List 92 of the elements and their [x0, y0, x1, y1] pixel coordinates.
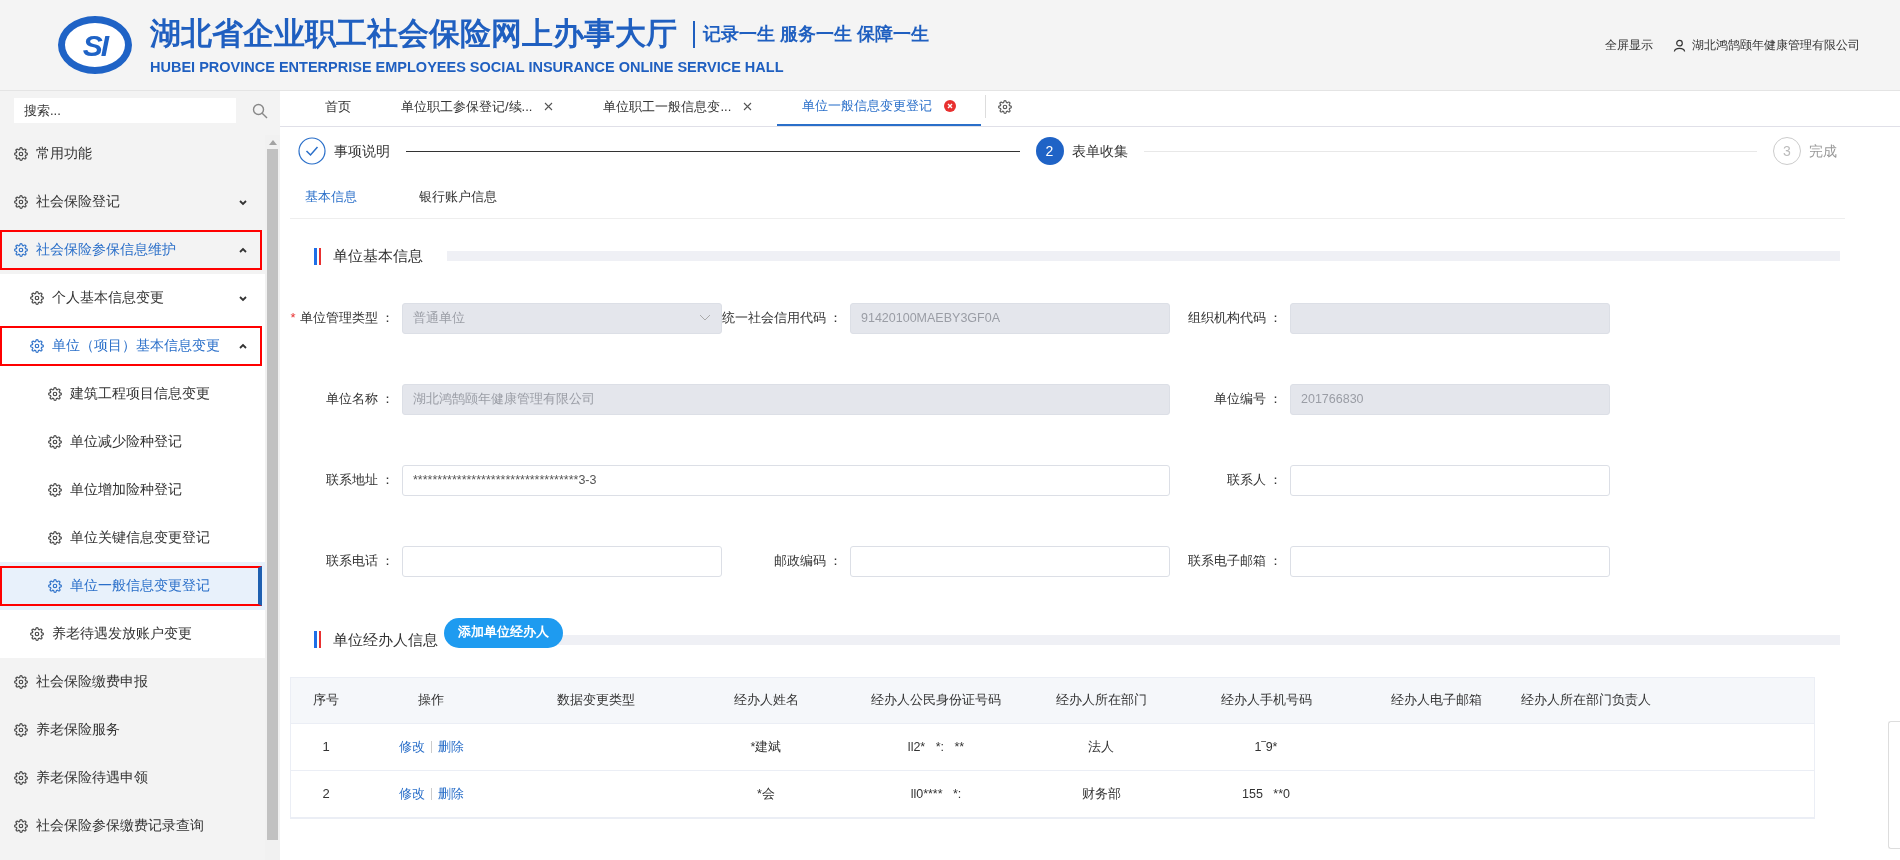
gear-icon: [14, 819, 28, 833]
field-label: 联系地址 ：: [325, 471, 394, 489]
gear-icon: [30, 291, 44, 305]
input-field[interactable]: [402, 545, 722, 577]
section-marker-icon: [314, 247, 321, 265]
site-subtitle: HUBEI PROVINCE ENTERPRISE EMPLOYEES SOCIAL INSURANCE ONLINE SERVICE HALL: [150, 58, 785, 78]
column-header: 经办人电子邮箱: [1389, 692, 1483, 710]
table-cell-text: *会: [756, 785, 776, 803]
tab[interactable]: 单位职工一般信息变...: [578, 87, 778, 126]
row-action-link[interactable]: 删除: [437, 784, 464, 804]
sidebar-item[interactable]: 社会保险缴费申报: [0, 662, 262, 702]
input-field[interactable]: [1290, 545, 1610, 577]
gear-icon: [48, 387, 62, 401]
column-header: 经办人所在部门负责人: [1520, 692, 1652, 710]
field-label: 邮政编码 ：: [773, 552, 842, 570]
user-icon: [1673, 38, 1686, 52]
gear-icon: [30, 339, 44, 353]
close-icon[interactable]: [743, 102, 753, 111]
sidebar-item[interactable]: 养老保险服务: [0, 710, 262, 750]
close-icon[interactable]: [544, 102, 554, 111]
section-title: 单位经办人信息: [333, 629, 438, 650]
field-label: 单位管理类型 ：: [299, 309, 394, 327]
field-label: 单位编号 ：: [1213, 390, 1282, 408]
field-label: 单位名称 ：: [325, 390, 394, 408]
column-header: 序号: [312, 692, 340, 710]
column-header: 操作: [417, 692, 445, 710]
step: 3 完成: [1773, 137, 1837, 165]
sub-tab[interactable]: 银行账户信息: [419, 186, 497, 207]
section-marker-icon: [314, 631, 321, 649]
gear-icon: [48, 579, 62, 593]
gear-icon: [48, 483, 62, 497]
tab[interactable]: 单位职工参保登记/续...: [376, 87, 579, 126]
row-action-link[interactable]: 删除: [437, 737, 464, 757]
gear-icon: [998, 99, 1013, 114]
step: 事项说明: [298, 137, 390, 165]
chevron-down-icon: [699, 314, 711, 322]
gear-icon: [30, 627, 44, 641]
table-cell-text: ll0**** *:: [909, 785, 963, 803]
table-cell-text: 法人: [1087, 738, 1115, 756]
sidebar-item[interactable]: 单位（项目）基本信息变更: [0, 326, 262, 366]
sidebar-item[interactable]: 单位一般信息变更登记: [0, 566, 262, 606]
tab[interactable]: 单位一般信息变更登记: [777, 87, 982, 126]
scroll-up-icon[interactable]: [268, 139, 277, 145]
table-cell-text: ll2* *: **: [906, 738, 966, 756]
column-header: 经办人手机号码: [1219, 692, 1313, 710]
input-field[interactable]: [1290, 464, 1610, 496]
sidebar-item[interactable]: 社会保险参保缴费记录查询: [0, 806, 262, 846]
table-cell-text: 1‾9*: [1253, 738, 1279, 756]
fullscreen-link[interactable]: 全屏显示: [1605, 36, 1653, 54]
sidebar-item[interactable]: 社会保险参保信息维护: [0, 230, 262, 270]
input-field[interactable]: **********************************3-3: [402, 464, 1170, 496]
slogan: 记录一生 服务一生 保障一生: [693, 20, 929, 48]
table-cell-text: 财务部: [1080, 785, 1122, 803]
gear-icon: [14, 243, 28, 257]
sidebar-item[interactable]: 养老保险待遇申领: [0, 758, 262, 798]
field-label: 联系人 ：: [1226, 471, 1282, 489]
tab[interactable]: 首页: [300, 87, 376, 126]
search-field[interactable]: 搜索...: [14, 98, 236, 123]
table-cell-text: 155 **0: [1241, 785, 1291, 803]
table-cell-text: 1: [321, 738, 331, 757]
table-cell-text: *建斌: [749, 738, 783, 756]
search-icon[interactable]: [252, 102, 268, 119]
field-label: 统一社会信用代码 ：: [721, 309, 842, 327]
column-header: 数据变更类型: [556, 692, 636, 710]
site-title: 湖北省企业职工社会保险网上办事大厅: [150, 14, 677, 53]
close-icon[interactable]: [944, 99, 957, 112]
gear-icon: [14, 771, 28, 785]
column-header: 经办人所在部门: [1054, 692, 1148, 710]
row-action-link[interactable]: 修改: [398, 784, 425, 804]
field-label: 联系电话 ：: [325, 552, 394, 570]
input-field[interactable]: [850, 545, 1170, 577]
gear-icon: [48, 531, 62, 545]
field-label: 组织机构代码 ：: [1187, 309, 1282, 327]
field-label: 联系电子邮箱 ：: [1187, 552, 1282, 570]
sidebar-item[interactable]: 常用功能: [0, 134, 262, 174]
column-header: 经办人姓名: [732, 692, 800, 710]
gear-icon: [14, 723, 28, 737]
step: 2 表单收集: [1035, 137, 1128, 165]
sidebar-item[interactable]: 社会保险登记: [0, 182, 262, 222]
user-name[interactable]: 湖北鸿鹄颐年健康管理有限公司: [1692, 36, 1860, 54]
sub-tab[interactable]: 基本信息: [305, 186, 357, 207]
table-cell-text: 2: [321, 785, 331, 804]
row-action-link[interactable]: 修改: [398, 737, 425, 757]
column-header: 经办人公民身份证号码: [870, 692, 1002, 710]
gear-icon: [14, 195, 28, 209]
logo: SI: [58, 16, 132, 74]
gear-icon: [48, 435, 62, 449]
section-title: 单位基本信息: [333, 246, 423, 266]
gear-icon: [14, 675, 28, 689]
check-icon: [298, 137, 326, 165]
gear-icon: [14, 147, 28, 161]
required-asterisk: *: [290, 309, 296, 328]
